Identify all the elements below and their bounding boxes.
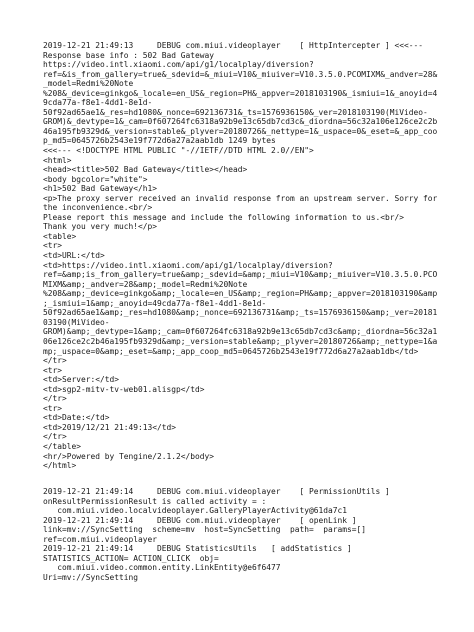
log-line: <html> — [43, 155, 72, 165]
log-line: <td>sgp2-mitv-tv-web01.alisgp</td> — [43, 384, 205, 394]
log-line: <tr> — [43, 365, 63, 375]
log-line: <td>2019/12/21 21:49:13</td> — [43, 422, 177, 432]
log-line: <td>Date:</td> — [43, 413, 110, 423]
log-line: STATISTICS_ACTION= ACTION_CLICK obj= — [43, 553, 219, 563]
log-line: </tr> — [43, 356, 67, 366]
log-line: _model=Redmi%20Note — [43, 79, 134, 89]
log-line: <table> — [43, 231, 77, 241]
log-line: <td>https://video.intl.xiaomi.com/api/g1… — [43, 260, 333, 270]
log-line: <hr/>Powered by Tengine/2.1.2</body> — [43, 451, 215, 461]
log-line: GROM)&_devtype=1&_cam=0f607264fc6318a92b… — [43, 117, 438, 127]
log-line: the inconvenience.<br/> — [43, 203, 153, 213]
log-line: ref=com.miui.videoplayer — [43, 534, 158, 544]
log-line: Response base info : 502 Bad Gateway — [43, 50, 215, 60]
log-line: MIXM&amp;_andver=28&amp;_model=Redmi%20N… — [43, 279, 248, 289]
log-line: https://video.intl.xiaomi.com/api/g1/loc… — [43, 60, 314, 70]
log-line: GROM)&amp;_devtype=1&amp;_cam=0f607264fc… — [43, 327, 438, 337]
http-error-log-block: 2019-12-21 21:49:13 DEBUG com.miui.video… — [43, 41, 443, 471]
log-line: </tr> — [43, 394, 67, 404]
log-line: </tr> — [43, 432, 67, 442]
document-page: 2019-12-21 21:49:13 DEBUG com.miui.video… — [0, 0, 474, 632]
log-line: Uri=mv://SyncSetting — [43, 572, 139, 582]
log-line: ref=&is_from_gallery=true&_sdevid=&_miui… — [43, 69, 438, 79]
log-line: </html> — [43, 461, 77, 471]
log-line: mp;_uspace=0&amp;_eset=&amp;_app_coop_md… — [43, 346, 419, 356]
log-line: <td>Server:</td> — [43, 375, 120, 385]
log-line: 2019-12-21 21:49:14 DEBUG StatisticsUtil… — [43, 544, 352, 554]
log-line: 50f92ad65ae1&amp;_res=hd1080&amp;_nonce=… — [43, 308, 438, 318]
log-line: <body bgcolor="white"> — [43, 174, 148, 184]
log-line: ;_ismiui=1&amp;_anoyid=49cda77a-f8e1-4dd… — [43, 298, 267, 308]
log-line: <td>URL:</td> — [43, 251, 105, 261]
log-line: 2019-12-21 21:49:13 DEBUG com.miui.video… — [43, 41, 424, 50]
log-line: com.miui.video.common.entity.LinkEntity@… — [43, 563, 281, 573]
log-line: <h1>502 Bad Gateway</h1> — [43, 184, 158, 194]
log-line: ref=&amp;is_from_gallery=true&amp;_sdevi… — [43, 270, 438, 280]
log-line: 03190(MiVideo- — [43, 317, 110, 327]
log-line: <p>The proxy server received an invalid … — [43, 193, 438, 203]
log-line: 06e126ce2c2b46a195fb9329d&amp;_version=s… — [43, 336, 438, 346]
log-line: %208&amp;_device=ginkgo&amp;_locale=en_U… — [43, 289, 438, 299]
log-line: 46a195fb9329d&_version=stable&_plyver=20… — [43, 126, 438, 136]
log-line: com.miui.video.localvideoplayer.GalleryP… — [43, 506, 348, 516]
log-line: 2019-12-21 21:49:14 DEBUG com.miui.video… — [43, 487, 390, 496]
log-line: link=mv://SyncSetting scheme=mv host=Syn… — [43, 525, 367, 535]
log-line: <<<--- <!DOCTYPE HTML PUBLIC "-//IETF//D… — [43, 146, 314, 156]
log-line: %208&_device=ginkgo&_locale=en_US&_regio… — [43, 88, 438, 98]
log-line: p_md5=0645726b2543e19f772d6a27a2aab1db 1… — [43, 136, 276, 146]
permission-debug-log-block: 2019-12-21 21:49:14 DEBUG com.miui.video… — [43, 487, 443, 582]
log-line: Please report this message and include t… — [43, 212, 405, 222]
log-line: 50f92ad65ae1&_res=hd1080&_nonce=69213673… — [43, 107, 428, 117]
log-line: 2019-12-21 21:49:14 DEBUG com.miui.video… — [43, 515, 357, 525]
log-line: <tr> — [43, 241, 63, 251]
log-line: Thank you very much!</p> — [43, 222, 158, 232]
log-line: 9cda77a-f8e1-4dd1-8e1d- — [43, 98, 153, 108]
log-line: <head><title>502 Bad Gateway</title></he… — [43, 165, 248, 175]
log-line: <tr> — [43, 403, 63, 413]
log-line: </table> — [43, 441, 82, 451]
log-line: onResultPermissionResult is called activ… — [43, 496, 267, 506]
